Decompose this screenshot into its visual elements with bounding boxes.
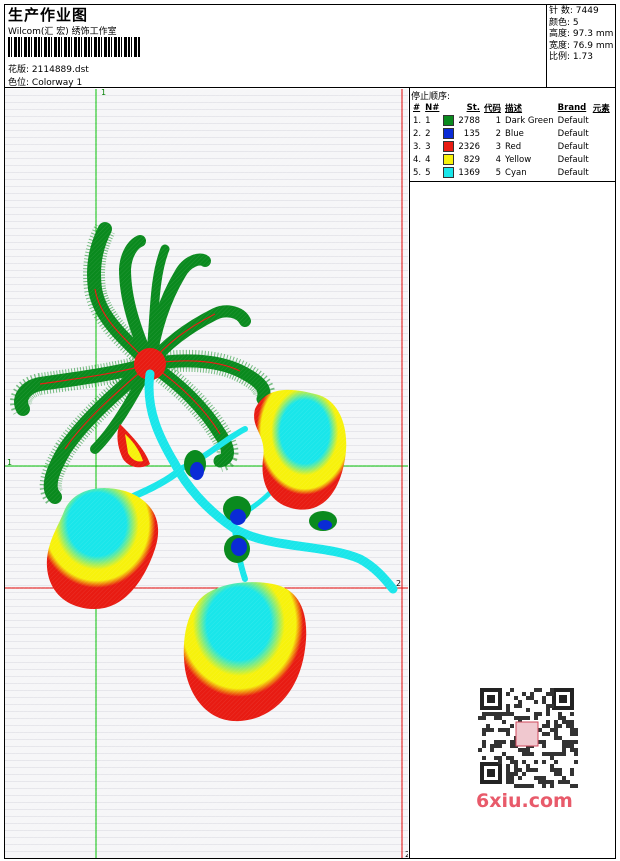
- row-brand: Default: [557, 115, 589, 126]
- row-swatch: [441, 166, 456, 179]
- row-code: 1: [495, 115, 502, 126]
- row-swatch: [441, 127, 456, 140]
- row-desc: Dark Green: [505, 115, 554, 126]
- row-stitches: 135: [463, 128, 481, 139]
- row-desc: Cyan: [505, 167, 527, 178]
- row-index: 4.: [413, 154, 422, 165]
- ratio-label: 比例:: [549, 52, 571, 62]
- height-value: 97.3 mm: [572, 29, 614, 39]
- col-element: 元素: [592, 104, 610, 114]
- color-swatch: [443, 167, 455, 178]
- height-label: 高度:: [549, 29, 571, 39]
- row-index: 5.: [413, 167, 422, 178]
- row-element: [591, 127, 612, 140]
- row-code: 4: [495, 154, 502, 165]
- row-n: 4: [425, 154, 431, 165]
- row-stitches: 829: [463, 154, 481, 165]
- stop-sequence-row: 5. 5 1369 5 Cyan Default: [411, 166, 612, 179]
- embroidery-canvas: 1 1 2 2: [5, 89, 408, 858]
- page-title: 生产作业图: [8, 6, 89, 24]
- design-file-row: 花版: 2114889.dst: [8, 62, 89, 75]
- col-index: #: [413, 103, 421, 113]
- color-swatch: [443, 115, 455, 126]
- stop-sequence-table: # N# St. 代码 描述 Brand 元素 1. 1 2788 1 Dark Gre…: [411, 102, 612, 179]
- col-swatch: [441, 102, 456, 114]
- col-desc: 描述: [505, 104, 523, 114]
- row-n: 3: [425, 141, 431, 152]
- row-element: [591, 140, 612, 153]
- width-value: 76.9 mm: [572, 40, 614, 51]
- row-desc: Yellow: [505, 154, 532, 165]
- row-brand: Default: [557, 128, 589, 139]
- stitches-value: 7449: [575, 6, 599, 16]
- row-code: 5: [495, 167, 502, 178]
- col-code: 代码: [484, 104, 502, 114]
- studio-name: Wilcom(汇 宏) 绣饰工作室: [8, 27, 117, 37]
- row-element: [591, 114, 612, 127]
- color-swatch: [443, 141, 455, 152]
- row-swatch: [441, 153, 456, 166]
- watermark-text: 6xiu.com: [476, 790, 573, 812]
- stop-sequence-title: 停止顺序:: [411, 92, 451, 102]
- design-label: 花版:: [8, 65, 30, 75]
- stitches-label: 针 数:: [549, 6, 573, 16]
- stop-sequence-row: 4. 4 829 4 Yellow Default: [411, 153, 612, 166]
- row-n: 1: [425, 115, 431, 126]
- row-brand: Default: [557, 141, 589, 152]
- row-stitches: 2326: [458, 141, 481, 152]
- col-n: N#: [425, 103, 440, 113]
- ratio-value: 1.73: [572, 52, 593, 62]
- colors-value: 5: [572, 17, 579, 28]
- stop-sequence-row: 3. 3 2326 3 Red Default: [411, 140, 612, 153]
- embroidery-design: 1 1 2 2: [5, 89, 408, 858]
- row-code: 2: [495, 128, 502, 139]
- row-n: 2: [425, 128, 431, 139]
- row-desc: Blue: [505, 128, 524, 139]
- col-stitches: St.: [466, 103, 481, 113]
- row-stitches: 2788: [458, 115, 481, 126]
- col-brand: Brand: [557, 103, 587, 113]
- barcode: [8, 37, 140, 57]
- row-index: 2.: [413, 128, 422, 139]
- stop-sequence-row: 2. 2 135 2 Blue Default: [411, 127, 612, 140]
- design-stats: 针 数: 7449 颜色: 5 高度: 97.3 mm 宽度: 76.9 mm …: [549, 6, 613, 64]
- panel-divider: [409, 87, 410, 859]
- row-brand: Default: [557, 154, 589, 165]
- qr-code-graphic: [472, 682, 580, 792]
- row-brand: Default: [557, 167, 589, 178]
- color-swatch: [443, 154, 455, 165]
- row-swatch: [441, 114, 456, 127]
- row-stitches: 1369: [458, 167, 481, 178]
- row-element: [591, 166, 612, 179]
- row-n: 5: [425, 167, 431, 178]
- qr-code: [472, 682, 580, 792]
- row-index: 1.: [413, 115, 422, 126]
- width-label: 宽度:: [549, 40, 571, 51]
- row-index: 3.: [413, 141, 422, 152]
- design-value: 2114889.dst: [31, 65, 89, 75]
- stop-sequence-panel: 停止顺序: # N# St. 代码 描述 Brand 元素 1. 1 2788 1 Da…: [410, 88, 616, 179]
- stop-sequence-header: # N# St. 代码 描述 Brand 元素: [411, 102, 612, 114]
- colors-label: 颜色:: [549, 17, 571, 28]
- row-element: [591, 153, 612, 166]
- stats-divider: [546, 4, 547, 88]
- stitch-texture: [5, 89, 408, 858]
- row-desc: Red: [505, 141, 522, 152]
- color-swatch: [443, 128, 455, 139]
- stop-sequence-divider: [410, 181, 616, 182]
- row-code: 3: [495, 141, 502, 152]
- row-swatch: [441, 140, 456, 153]
- stop-sequence-row: 1. 1 2788 1 Dark Green Default: [411, 114, 612, 127]
